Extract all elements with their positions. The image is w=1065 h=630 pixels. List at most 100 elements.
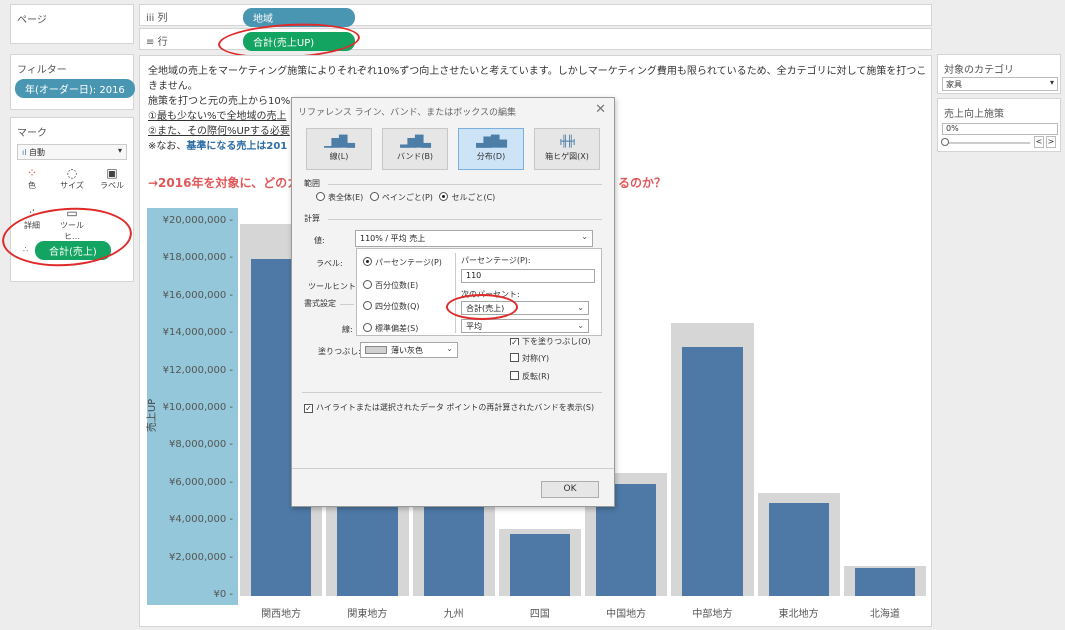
line-style-label: 線: — [342, 325, 353, 334]
pages-card: ページ — [10, 4, 134, 44]
rows-shelf: ≡ 行 合計(売上UP) — [139, 28, 932, 51]
chevron-down-icon: ⌄ — [577, 321, 584, 330]
type-band-button[interactable]: ▂▆█▃ バンド(B) — [382, 128, 448, 170]
label-icon: ▣ — [106, 166, 118, 180]
close-icon[interactable]: ✕ — [595, 102, 606, 117]
fill-dropdown[interactable]: 薄い灰色 ⌄ — [360, 342, 458, 358]
value-dropdown[interactable]: 110% / 平均 売上 ⌄ — [355, 230, 593, 247]
scope-section-label: 範囲 — [304, 179, 320, 188]
detail-icon: ⁖ — [28, 206, 36, 220]
marks-field-pill[interactable]: 合計(売上) — [35, 241, 111, 260]
mark-type-dropdown[interactable]: ıl 自動 ▾ — [17, 144, 127, 160]
scope-options: 表全体(E) ペインごと(P) セルごと(C) — [316, 192, 495, 203]
highlight-recalc-checkbox[interactable]: ✓ ハイライトまたは選択されたデータ ポイントの再計算されたバンドを表示(S) — [304, 402, 594, 413]
y-tick-label: ¥14,000,000 - — [162, 327, 233, 339]
bar-6[interactable] — [768, 502, 829, 596]
x-category-label[interactable]: 中国地方 — [591, 605, 661, 620]
y-tick-label: ¥2,000,000 - — [168, 551, 233, 563]
category-dropdown[interactable]: 家具 ▾ — [942, 77, 1058, 91]
uplift-parameter-label: 売上向上施策 — [944, 109, 1004, 120]
bar-5[interactable] — [682, 347, 743, 596]
type-boxplot-button[interactable]: ı╫╫ı 箱ヒゲ図(X) — [534, 128, 600, 170]
filters-card: フィルター 年(オーダー日): 2016 — [10, 54, 135, 110]
scope-divider — [328, 184, 602, 185]
scope-pane-radio[interactable]: ペインごと(P) — [369, 192, 433, 202]
uplift-slider-track[interactable] — [942, 142, 1030, 144]
fill-dropdown-value: 薄い灰色 — [391, 346, 423, 355]
percent-of-label: 次のパーセント: — [461, 290, 520, 299]
x-category-label[interactable]: 北海道 — [850, 605, 920, 620]
scope-entire-radio[interactable]: 表全体(E) — [316, 192, 363, 202]
pages-label: ページ — [17, 15, 47, 26]
uplift-parameter-card: 売上向上施策 0% < > — [937, 98, 1061, 152]
y-axis: ¥0 - ¥2,000,000 - ¥4,000,000 - ¥6,000,000 -… — [147, 56, 235, 628]
slider-prev-button[interactable]: < — [1034, 136, 1044, 148]
distribution-panel: パーセンテージ(P) 百分位数(E) 四分位数(Q) 標準偏差(S) パーセンテ… — [356, 248, 602, 336]
chevron-down-icon: ⌄ — [577, 303, 584, 312]
reverse-checkbox[interactable]: 反転(R) — [510, 371, 550, 382]
ok-button[interactable]: OK — [541, 481, 599, 498]
type-distribution-button[interactable]: ▃▇█▅ 分布(D) — [458, 128, 524, 170]
chevron-down-icon: ▾ — [117, 146, 122, 155]
value-dropdown-text: 110% / 平均 売上 — [360, 234, 426, 243]
percent-of-value: 合計(売上) — [466, 304, 505, 313]
uplift-value: 0% — [946, 124, 959, 133]
dialog-title: リファレンス ライン、バンド、またはボックスの編集 — [298, 108, 516, 118]
aggregation-dropdown[interactable]: 平均 ⌄ — [461, 319, 589, 333]
filter-pill-year[interactable]: 年(オーダー日): 2016 — [15, 79, 135, 98]
category-dropdown-value: 家具 — [946, 80, 962, 89]
marks-label: マーク — [17, 128, 47, 139]
uplift-input[interactable]: 0% — [942, 123, 1058, 135]
x-category-label[interactable]: 四国 — [505, 605, 575, 620]
x-category-label[interactable]: 九州 — [419, 605, 489, 620]
tooltip-button[interactable]: ▭ ツールヒ… — [57, 206, 87, 242]
y-tick-label: ¥20,000,000 - — [162, 215, 233, 226]
detail-button[interactable]: ⁖ 詳細 — [17, 206, 47, 231]
dist-option-percentile[interactable]: 百分位数(E) — [363, 280, 418, 291]
dist-option-stddev[interactable]: 標準偏差(S) — [363, 323, 418, 334]
calc-section-label: 計算 — [304, 214, 320, 223]
band-type-icon: ▂▆█▃ — [400, 135, 431, 148]
bar-field-icon: ∴ — [23, 245, 29, 254]
x-category-label[interactable]: 関西地方 — [246, 605, 316, 620]
label-button-label: ラベル — [100, 181, 124, 190]
tooltip-icon: ▭ — [66, 206, 78, 220]
rows-pill-sales-up[interactable]: 合計(売上UP) — [243, 32, 355, 51]
category-parameter-card: 対象のカテゴリ 家具 ▾ — [937, 54, 1061, 94]
x-category-label[interactable]: 関東地方 — [332, 605, 402, 620]
columns-shelf: iii 列 地域 — [139, 4, 932, 27]
columns-pill-region[interactable]: 地域 — [243, 8, 355, 27]
x-category-label[interactable]: 東北地方 — [764, 605, 834, 620]
label-button[interactable]: ▣ ラベル — [97, 166, 127, 191]
symmetric-checkbox[interactable]: 対称(Y) — [510, 353, 549, 364]
bar-3[interactable] — [509, 534, 570, 596]
y-tick-label: ¥0 - — [213, 589, 233, 600]
bar-7[interactable] — [854, 567, 915, 596]
category-parameter-label: 対象のカテゴリ — [944, 65, 1014, 76]
tooltip-button-label: ツールヒ… — [60, 221, 84, 241]
y-tick-label: ¥8,000,000 - — [168, 439, 233, 451]
y-tick-label: ¥16,000,000 - — [162, 289, 233, 301]
boxplot-type-icon: ı╫╫ı — [559, 135, 575, 148]
slider-next-button[interactable]: > — [1046, 136, 1056, 148]
value-label: 値: — [314, 236, 325, 245]
dist-option-quartile[interactable]: 四分位数(Q) — [363, 301, 420, 312]
dist-option-percentage[interactable]: パーセンテージ(P) — [363, 257, 442, 268]
distribution-type-icon: ▃▇█▅ — [476, 135, 507, 148]
columns-icon: iii — [146, 13, 155, 24]
format-divider — [340, 304, 354, 305]
x-category-label[interactable]: 中部地方 — [677, 605, 747, 620]
color-button[interactable]: ⁘ 色 — [17, 166, 47, 191]
fill-below-checkbox[interactable]: ✓ 下を塗りつぶし(O) — [510, 336, 591, 345]
scope-cell-radio[interactable]: セルごと(C) — [439, 192, 495, 202]
size-button[interactable]: ◌ サイズ — [57, 166, 87, 191]
percentage-label: パーセンテージ(P): — [461, 256, 531, 265]
chevron-down-icon: ⌄ — [581, 232, 588, 241]
percent-of-dropdown[interactable]: 合計(売上) ⌄ — [461, 301, 589, 315]
type-line-button[interactable]: ▁▆█▃ 線(L) — [306, 128, 372, 170]
size-icon: ◌ — [66, 166, 78, 180]
dist-divider — [455, 253, 456, 333]
percentage-input[interactable]: 110 — [461, 269, 595, 283]
marks-card: マーク ıl 自動 ▾ ⁘ 色 ◌ サイズ ▣ ラベル ⁖ 詳細 ▭ ツールヒ…… — [10, 117, 134, 282]
slider-thumb[interactable] — [941, 138, 949, 146]
